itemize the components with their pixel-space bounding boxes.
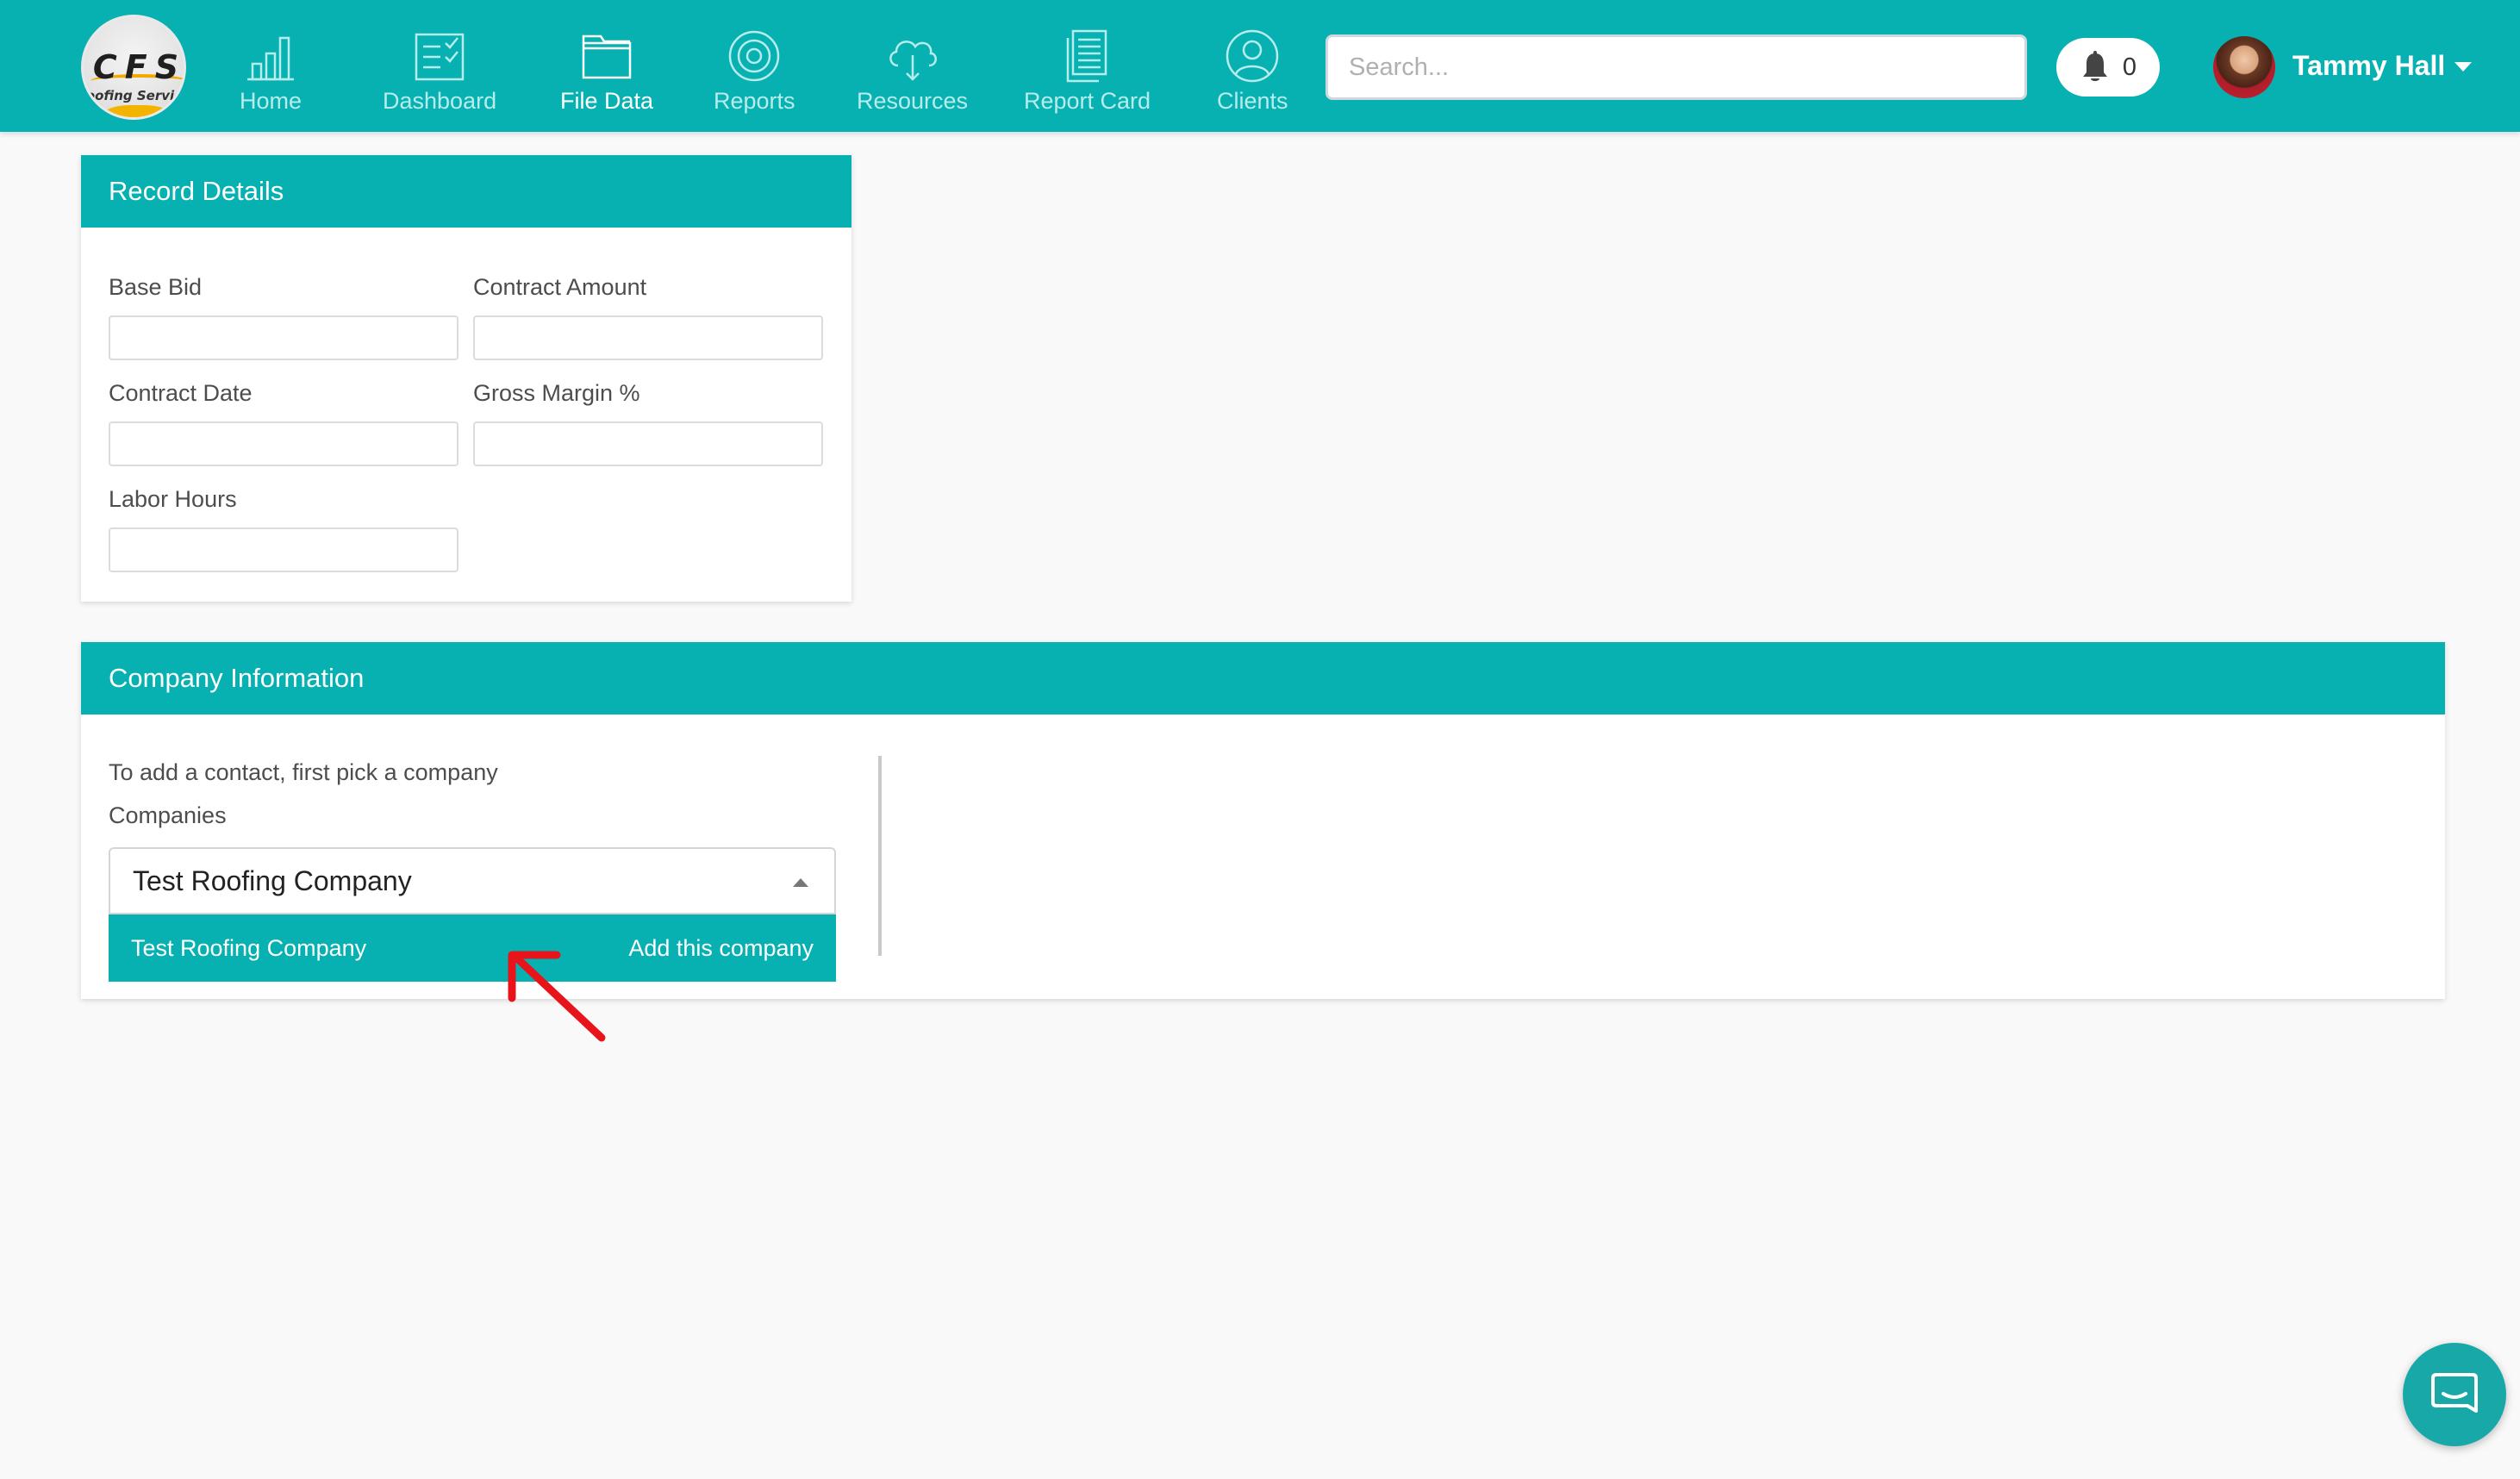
avatar[interactable] [2213,36,2275,98]
record-details-header: Record Details [81,155,851,228]
nav-item-reports[interactable]: Reports [714,26,795,125]
nav-label-home: Home [240,88,303,114]
base-bid-label: Base Bid [109,274,203,300]
nav-item-home[interactable]: Home [240,26,302,125]
nav-label-clients: Clients [1217,88,1288,114]
record-details-card: Record Details Base Bid Contract Amount … [81,155,851,602]
company-information-header: Company Information [81,642,2445,715]
nav-label-reports: Reports [714,88,795,114]
search-input[interactable] [1325,34,2027,100]
top-navbar: CFS Roofing Services Home Dashboard [0,0,2520,132]
company-information-card: Company Information To add a contact, fi… [81,642,2445,999]
nav-item-clients[interactable]: Clients [1217,26,1288,125]
logo-subtext: Roofing Services [81,88,184,103]
annotation-arrow-icon [508,951,606,1042]
dropdown-option-label: Test Roofing Company [131,934,367,961]
contract-date-field[interactable] [109,421,458,466]
nav-label-dashboard: Dashboard [383,88,497,114]
notifications-button[interactable]: 0 [2056,38,2160,97]
contract-amount-label: Contract Amount [473,274,647,300]
nav-item-file-data[interactable]: File Data [560,26,653,125]
user-circle-icon [1226,29,1279,83]
companies-select-value: Test Roofing Company [133,864,412,896]
companies-select[interactable]: Test Roofing Company [109,847,836,914]
company-logo[interactable]: CFS Roofing Services [81,15,186,120]
gross-margin-label: Gross Margin % [473,380,640,406]
nav-item-resources[interactable]: Resources [857,26,968,125]
nav-label-report-card: Report Card [1024,88,1151,114]
labor-hours-label: Labor Hours [109,486,237,512]
logo-band [103,105,172,117]
bell-icon [2082,51,2107,81]
companies-label: Companies [109,802,227,828]
notification-count: 0 [2122,53,2137,81]
document-icon [1066,29,1107,83]
nav-item-report-card[interactable]: Report Card [1024,26,1151,125]
contract-date-label: Contract Date [109,380,253,406]
chat-launcher-button[interactable] [2403,1343,2506,1446]
nav-label-resources: Resources [857,88,969,114]
column-divider [878,756,882,956]
gross-margin-field[interactable] [473,421,823,466]
nav-label-file-data: File Data [560,88,654,114]
cloud-download-icon [889,41,937,81]
dropdown-option-add-company[interactable]: Test Roofing Company Add this company [109,914,836,982]
user-name[interactable]: Tammy Hall [2292,50,2445,82]
logo-text: CFS [92,48,186,86]
nav-item-dashboard[interactable]: Dashboard [383,26,496,125]
bar-chart-icon [247,36,295,81]
base-bid-field[interactable] [109,315,458,360]
dropdown-option-action: Add this company [628,934,814,961]
contract-amount-field[interactable] [473,315,823,360]
target-icon [729,30,780,82]
caret-up-icon[interactable] [793,878,808,887]
add-contact-hint: To add a contact, first pick a company [109,759,498,785]
labor-hours-field[interactable] [109,527,458,572]
user-menu-caret-icon[interactable] [2455,62,2472,72]
chat-icon [2431,1373,2478,1413]
checklist-icon [415,33,465,81]
folder-icon [582,34,632,79]
